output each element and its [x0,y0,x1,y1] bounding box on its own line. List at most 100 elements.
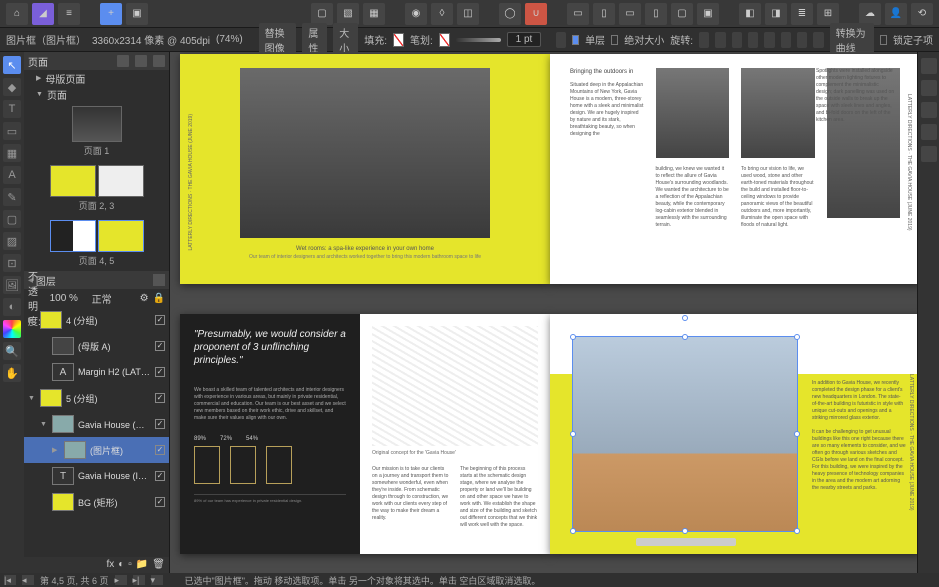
cloud-icon[interactable]: ☁ [859,3,881,25]
layer-delete-icon[interactable]: 🗑 [152,559,165,571]
layers-menu-icon[interactable] [153,274,165,286]
layer-row-group5[interactable]: ▼5 (分组) [24,385,169,411]
visibility-toggle[interactable] [155,419,165,429]
layer-row-group4[interactable]: ▶4 (分组) [24,307,169,333]
pages-tab[interactable]: 页面 [28,54,48,69]
doc-icon[interactable]: ≡ [58,3,80,25]
user-icon[interactable]: 👤 [885,3,907,25]
lock-children-check[interactable] [880,35,887,45]
group5-icon[interactable]: ▢ [671,3,693,25]
page-thumb-23[interactable]: 页面 2, 3 [24,161,169,216]
visibility-toggle[interactable] [155,445,165,455]
transform5-icon[interactable] [781,32,791,48]
layer-add-icon[interactable]: ▫ [128,559,132,571]
visibility-toggle[interactable] [155,315,165,325]
visibility-toggle[interactable] [155,497,165,507]
layer-lock-icon[interactable]: 🔒 [153,293,165,304]
shape-tool[interactable]: ▢ [3,210,21,228]
pages-add-icon[interactable] [117,55,129,67]
hand-tool[interactable]: ✋ [3,364,21,382]
anchor-icon[interactable]: ◊ [431,3,453,25]
layer-row-masterA[interactable]: (母版 A) [24,333,169,359]
layer-row-margin[interactable]: AMargin H2 (LATTERLY DIRECTIONS) [24,359,169,385]
image-frame-tool[interactable]: ▭ [3,122,21,140]
layer-row-gavia[interactable]: ▼Gavia House (图片框) [24,411,169,437]
view-2-icon[interactable]: ▧ [337,3,359,25]
zoom-tool[interactable]: 🔍 [3,342,21,360]
pages-node[interactable]: ▼页面 [24,86,169,102]
visibility-toggle[interactable] [155,367,165,377]
stroke-slider[interactable] [456,38,501,42]
transform1-icon[interactable] [715,32,725,48]
opacity-field[interactable]: 100 % [50,293,88,304]
art-text-tool[interactable]: A [3,166,21,184]
group2-icon[interactable]: ▯ [593,3,615,25]
guide-icon[interactable]: ◫ [457,3,479,25]
studio-icon-2[interactable] [921,80,937,96]
home-icon[interactable]: ⌂ [6,3,28,25]
flip-v-icon[interactable]: ◨ [765,3,787,25]
pages-opt-icon[interactable] [135,55,147,67]
visibility-toggle[interactable] [155,471,165,481]
table-tool[interactable]: ▦ [3,144,21,162]
app-icon[interactable]: ◢ [32,3,54,25]
master-pages-node[interactable]: ▶母版页面 [24,70,169,86]
corner-icon[interactable] [556,32,566,48]
sync-icon[interactable]: ⟲ [911,3,933,25]
page-thumb-1[interactable]: 页面 1 [24,102,169,161]
transform7-icon[interactable] [813,32,823,48]
move-tool[interactable]: ↖ [3,56,21,74]
transform6-icon[interactable] [797,32,807,48]
image-zoom-slider[interactable] [636,538,736,546]
layer-row-gavia2[interactable]: TGavia House (In addition to...) [24,463,169,489]
view-1-icon[interactable]: ▢ [311,3,333,25]
blend-mode-select[interactable]: 正常 [92,291,132,306]
transform3-icon[interactable] [748,32,758,48]
selected-image-frame[interactable] [572,336,798,532]
visibility-toggle[interactable] [155,393,165,403]
grid-icon[interactable]: ▦ [363,3,385,25]
pen-tool[interactable]: ✎ [3,188,21,206]
visibility-toggle[interactable] [155,341,165,351]
studio-icon-5[interactable] [921,146,937,162]
last-page-button[interactable]: ▸| [133,575,145,585]
studio-icon-3[interactable] [921,102,937,118]
abs-size-check[interactable] [611,35,618,45]
vector-crop-tool[interactable]: ⊡ [3,254,21,272]
layer-opt-icon[interactable]: ⚙ [140,293,149,304]
prev-page-button[interactable]: ◂ [22,575,34,585]
magnet-icon[interactable]: ∪ [525,3,547,25]
group6-icon[interactable]: ▣ [697,3,719,25]
transform2-icon[interactable] [732,32,742,48]
layer-row-bg[interactable]: BG (矩形) [24,489,169,515]
studio-icon-1[interactable] [921,58,937,74]
group1-icon[interactable]: ▭ [567,3,589,25]
page-menu-button[interactable]: ▾ [151,575,163,585]
layer-folder-icon[interactable]: 📁 [136,559,148,571]
align-icon[interactable]: ≣ [791,3,813,25]
new-button[interactable]: + [100,3,122,25]
fill-tool[interactable]: ▨ [3,232,21,250]
open-button[interactable]: ▣ [126,3,148,25]
place-image-tool[interactable]: 🖼 [3,276,21,294]
single-layer-check[interactable] [572,35,579,45]
layer-mask-icon[interactable]: ◐ [118,559,124,571]
canvas[interactable]: LATTERLY DIRECTIONS · THE GAVIA HOUSE (J… [170,52,917,573]
group3-icon[interactable]: ▭ [619,3,641,25]
layer-row-picframe[interactable]: ▶(图片框) [24,437,169,463]
pages-menu-icon[interactable] [153,55,165,67]
group4-icon[interactable]: ▯ [645,3,667,25]
fill-swatch[interactable] [393,33,404,47]
shape-icon[interactable]: ◯ [499,3,521,25]
transparency-tool[interactable]: ◐ [3,298,21,316]
flip-h-icon[interactable]: ◧ [739,3,761,25]
first-page-button[interactable]: |◂ [4,575,16,585]
node-tool[interactable]: ◆ [3,78,21,96]
pin-icon[interactable]: ◉ [405,3,427,25]
page-thumb-45[interactable]: 页面 4, 5 [24,216,169,271]
stroke-swatch[interactable] [439,33,450,47]
frame-text-tool[interactable]: T [3,100,21,118]
distribute-icon[interactable]: ⊞ [817,3,839,25]
rotate-field[interactable] [699,32,709,48]
transform4-icon[interactable] [764,32,774,48]
